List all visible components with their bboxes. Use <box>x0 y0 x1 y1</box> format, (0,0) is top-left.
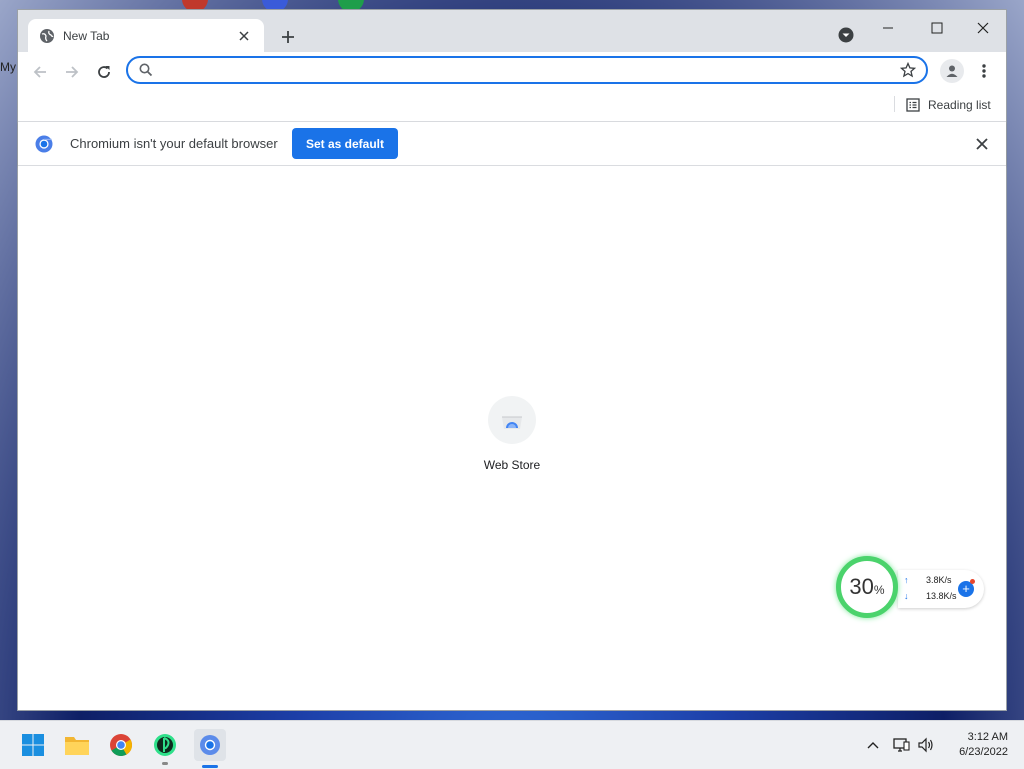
download-rate: ↓ 13.8K/s <box>904 591 957 601</box>
download-rate-value: 13.8K/s <box>926 591 957 601</box>
chrome-icon[interactable] <box>107 731 135 759</box>
network-speed-panel: ↑ 3.8K/s ↓ 13.8K/s + <box>898 570 984 608</box>
tab-new-tab[interactable]: New Tab <box>28 19 264 52</box>
new-tab-page: Web Store <box>18 166 1006 710</box>
terminal-app-icon[interactable] <box>151 731 179 765</box>
shortcut-web-store[interactable]: Web Store <box>472 396 552 486</box>
percent-sign: % <box>873 583 885 597</box>
set-as-default-button[interactable]: Set as default <box>292 128 398 159</box>
menu-button[interactable] <box>974 59 994 83</box>
avatar-icon <box>946 65 958 77</box>
reading-list-label: Reading list <box>928 98 991 112</box>
system-monitor-widget[interactable]: ↑ 3.8K/s ↓ 13.8K/s + 30 % <box>836 556 986 620</box>
infobar-message: Chromium isn't your default browser <box>70 136 278 151</box>
globe-icon <box>39 28 55 44</box>
back-button[interactable] <box>26 58 54 86</box>
chromium-icon[interactable] <box>194 729 226 768</box>
address-bar[interactable] <box>126 56 928 84</box>
volume-icon[interactable] <box>916 735 936 755</box>
network-icon[interactable] <box>891 735 911 755</box>
cpu-usage-percent: 30 <box>849 574 874 599</box>
close-infobar-icon[interactable] <box>973 135 991 153</box>
system-clock[interactable]: 3:12 AM 6/23/2022 <box>946 730 1008 760</box>
download-arrow-icon: ↓ <box>904 591 909 601</box>
upload-rate-value: 3.8K/s <box>926 575 952 585</box>
file-explorer-icon[interactable] <box>63 731 91 759</box>
upload-arrow-icon: ↑ <box>904 575 909 585</box>
clock-time: 3:12 AM <box>967 731 1008 743</box>
web-store-icon <box>488 396 536 444</box>
tab-strip: New Tab <box>18 10 1006 52</box>
maximize-button[interactable] <box>915 14 959 42</box>
upload-rate: ↑ 3.8K/s <box>904 575 952 585</box>
forward-button[interactable] <box>58 58 86 86</box>
bookmark-star-icon[interactable] <box>898 60 918 80</box>
address-input[interactable] <box>162 61 898 79</box>
shortcut-label: Web Store <box>483 458 541 472</box>
tab-search-button[interactable] <box>836 25 856 45</box>
chromium-icon <box>35 135 53 153</box>
close-tab-icon[interactable] <box>236 28 252 44</box>
cpu-usage-ring: 30 % <box>836 556 898 618</box>
search-icon <box>138 62 154 78</box>
taskbar: 3:12 AM 6/23/2022 <box>0 720 1024 769</box>
new-tab-button[interactable] <box>276 25 300 49</box>
close-window-button[interactable] <box>961 14 1005 42</box>
show-hidden-icons-chevron-icon[interactable] <box>863 735 883 755</box>
default-browser-infobar: Chromium isn't your default browser Set … <box>18 122 1006 166</box>
tab-title: New Tab <box>63 28 110 43</box>
start-icon[interactable] <box>19 731 47 759</box>
minimize-button[interactable] <box>866 14 910 42</box>
toolbar <box>18 52 1006 90</box>
reading-list-icon <box>906 98 920 112</box>
bookmark-separator <box>894 96 895 112</box>
running-indicator <box>162 762 168 765</box>
clock-date: 6/23/2022 <box>959 746 1008 758</box>
reload-button[interactable] <box>90 58 118 86</box>
desktop-icon-label[interactable]: My <box>0 60 16 74</box>
notification-dot <box>970 579 975 584</box>
reading-list-button[interactable]: Reading list <box>906 94 991 116</box>
profile-button[interactable] <box>940 59 964 83</box>
bookmark-bar: Reading list <box>18 90 1006 122</box>
